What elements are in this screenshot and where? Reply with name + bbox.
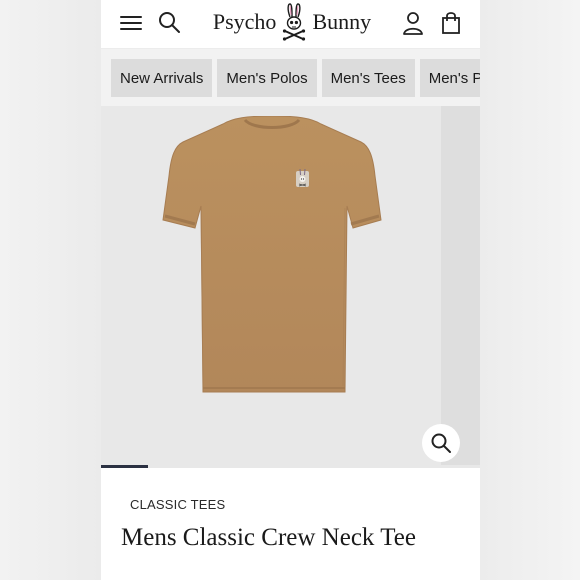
category-mens-polos[interactable]: Men's Polos bbox=[217, 59, 317, 97]
logo-text-bunny: Bunny bbox=[312, 9, 372, 34]
site-header: Psycho Bunny bbox=[101, 0, 480, 49]
tshirt-product-image bbox=[162, 116, 382, 393]
category-mens-tees[interactable]: Men's Tees bbox=[321, 59, 415, 97]
product-collection[interactable]: CLASSIC TEES bbox=[130, 497, 225, 512]
account-icon[interactable] bbox=[398, 8, 428, 38]
category-nav: New Arrivals Men's Polos Men's Tees Men'… bbox=[101, 49, 480, 106]
product-image-carousel[interactable] bbox=[101, 106, 480, 468]
mobile-viewport: Psycho Bunny New Arrivals Men's Polos Me… bbox=[101, 0, 480, 580]
search-icon[interactable] bbox=[155, 8, 185, 38]
carousel-progress-active bbox=[101, 465, 148, 468]
brand-logo[interactable]: Psycho Bunny bbox=[212, 0, 372, 44]
menu-icon[interactable] bbox=[117, 8, 147, 38]
category-mens-pants[interactable]: Men's Pants bbox=[419, 59, 480, 97]
bunny-logo-icon bbox=[283, 3, 306, 41]
next-slide-preview[interactable] bbox=[441, 106, 480, 468]
background-right bbox=[480, 0, 580, 580]
category-new-arrivals[interactable]: New Arrivals bbox=[111, 59, 213, 97]
background-left bbox=[0, 0, 101, 580]
carousel-progress bbox=[101, 465, 480, 468]
magnifier-icon bbox=[431, 433, 451, 453]
logo-text-psycho: Psycho bbox=[212, 9, 277, 34]
zoom-button[interactable] bbox=[422, 424, 460, 462]
shopping-bag-icon[interactable] bbox=[436, 8, 466, 38]
product-title: Mens Classic Crew Neck Tee bbox=[121, 524, 416, 551]
